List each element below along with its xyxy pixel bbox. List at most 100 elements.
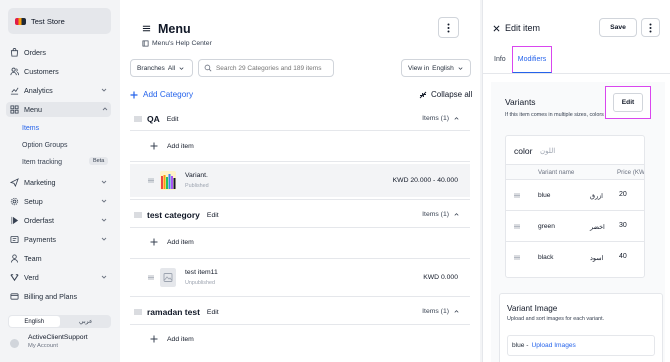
tab-modifiers[interactable]: Modifiers — [512, 46, 552, 73]
view-in-value: English — [432, 64, 454, 72]
close-icon[interactable] — [493, 25, 500, 32]
category-items-count[interactable]: Items (1) — [422, 308, 460, 315]
plus-icon — [150, 238, 158, 246]
drag-handle-icon[interactable] — [134, 309, 142, 315]
sidebar-item-menu[interactable]: Menu — [6, 102, 111, 117]
drag-handle-icon[interactable] — [514, 255, 520, 260]
branches-filter[interactable]: Branches All — [130, 59, 193, 77]
column-header: Variant name — [538, 169, 575, 176]
table-row[interactable]: green اخضر 30 — [506, 211, 644, 242]
sidebar-item-billing[interactable]: Billing and Plans — [10, 289, 110, 304]
drag-handle-icon[interactable] — [134, 116, 142, 122]
menu-main: Menu Menu's Help Center Branches All Vie… — [120, 0, 480, 362]
drag-handle-icon[interactable] — [134, 212, 142, 218]
tab-info[interactable]: Info — [494, 56, 506, 63]
panel-more-button[interactable] — [641, 18, 660, 37]
language-switch[interactable]: English عربي — [8, 315, 111, 328]
branches-value: All — [167, 64, 176, 72]
edit-item-panel: Edit item Save Info Modifiers Variants I… — [482, 0, 670, 362]
variant-name: blue — [538, 192, 551, 199]
category-row-ramadan-test[interactable]: ramadan test Edit Items (1) — [134, 305, 470, 319]
add-category-button[interactable]: Add Category — [130, 90, 193, 99]
chevron-down-icon — [101, 275, 107, 279]
help-center-link[interactable]: Menu's Help Center — [142, 40, 212, 47]
search-field[interactable] — [198, 59, 334, 77]
sidebar-item-label: Team — [24, 254, 42, 263]
item-row-variant[interactable]: Variant. Published KWD 20.000 - 40.000 — [130, 164, 470, 197]
sidebar-subitem-item-tracking[interactable]: Item tracking — [22, 159, 62, 166]
sidebar-item-label: Menu — [24, 105, 42, 114]
category-edit-link[interactable]: Edit — [167, 116, 179, 123]
sidebar-item-team[interactable]: Team — [10, 251, 110, 266]
collapse-all-button[interactable]: Collapse all — [419, 90, 472, 99]
hamburger-icon[interactable] — [142, 24, 151, 33]
users-icon — [10, 67, 19, 76]
sidebar-item-setup[interactable]: Setup — [10, 194, 110, 209]
category-edit-link[interactable]: Edit — [207, 212, 219, 219]
add-item-button[interactable]: Add item — [150, 335, 194, 343]
search-input[interactable] — [215, 64, 333, 72]
help-center-label: Menu's Help Center — [152, 40, 212, 47]
drag-handle-icon[interactable] — [148, 178, 154, 183]
more-options-button[interactable] — [438, 17, 459, 38]
chevron-down-icon — [101, 88, 107, 92]
category-row-test-category[interactable]: test category Edit Items (1) — [134, 208, 470, 222]
sidebar-item-orderfast[interactable]: Orderfast — [10, 213, 110, 228]
card-icon — [10, 292, 19, 301]
item-name: test item11 — [185, 269, 218, 276]
variants-title: Variants — [505, 97, 536, 107]
sidebar-item-customers[interactable]: Customers — [10, 64, 110, 79]
category-edit-link[interactable]: Edit — [207, 309, 219, 316]
sidebar-item-marketing[interactable]: Marketing — [10, 175, 110, 190]
sidebar-item-verd[interactable]: Verd — [10, 270, 110, 285]
avatar[interactable] — [10, 339, 19, 348]
table-row[interactable]: black اسود 40 — [506, 242, 644, 273]
edit-variants-highlight: Edit — [605, 86, 651, 119]
divider — [130, 324, 470, 325]
add-item-button[interactable]: Add item — [150, 142, 194, 150]
variant-group-card: color اللون Variant name Price (KW blue … — [505, 135, 645, 278]
save-button[interactable]: Save — [599, 18, 637, 37]
lang-english[interactable]: English — [9, 316, 60, 327]
sidebar-item-label: Verd — [24, 273, 39, 282]
view-in-select[interactable]: View in English — [401, 59, 471, 77]
store-name: Test Store — [31, 16, 65, 26]
sidebar-subitem-items[interactable]: Items — [22, 125, 39, 132]
variant-price: 40 — [619, 253, 627, 260]
account-name[interactable]: ActiveClientSupport — [28, 334, 88, 341]
sidebar-item-analytics[interactable]: Analytics — [10, 83, 110, 98]
item-price: KWD 20.000 - 40.000 — [392, 177, 458, 184]
grid-icon — [10, 105, 19, 114]
collapse-icon — [419, 91, 427, 98]
gear-icon — [10, 197, 19, 206]
chevron-up-icon — [454, 213, 459, 216]
chevron-down-icon — [101, 218, 107, 222]
sidebar-item-orders[interactable]: Orders — [10, 45, 110, 60]
table-row[interactable]: blue ازرق 20 — [506, 180, 644, 211]
add-category-label: Add Category — [143, 90, 194, 99]
add-item-button[interactable]: Add item — [150, 238, 194, 246]
lang-arabic[interactable]: عربي — [61, 315, 112, 328]
sidebar-subitem-option-groups[interactable]: Option Groups — [22, 142, 68, 149]
items-count-label: Items (1) — [422, 308, 449, 315]
drag-handle-icon[interactable] — [514, 224, 520, 229]
add-item-label: Add item — [167, 238, 194, 246]
divider — [130, 130, 470, 131]
chevron-up-icon — [454, 310, 459, 313]
drag-handle-icon[interactable] — [514, 193, 520, 198]
item-row-test-item11[interactable]: test item11 Unpublished KWD 0.000 — [130, 261, 470, 294]
category-row-qa[interactable]: QA Edit Items (1) — [134, 112, 470, 126]
items-count-label: Items (1) — [422, 115, 449, 122]
chevron-down-icon — [101, 237, 107, 241]
chevron-up-icon — [454, 117, 459, 120]
kebab-icon — [649, 23, 652, 32]
sidebar-item-label: Billing and Plans — [24, 292, 78, 301]
store-switcher[interactable]: Test Store — [8, 8, 111, 34]
plus-icon — [130, 91, 138, 98]
upload-images-link[interactable]: Upload Images — [532, 342, 576, 349]
sidebar-item-payments[interactable]: Payments — [10, 232, 110, 247]
edit-variants-button[interactable]: Edit — [612, 93, 644, 112]
category-items-count[interactable]: Items (1) — [422, 115, 460, 122]
drag-handle-icon[interactable] — [148, 275, 154, 280]
category-items-count[interactable]: Items (1) — [422, 211, 460, 218]
